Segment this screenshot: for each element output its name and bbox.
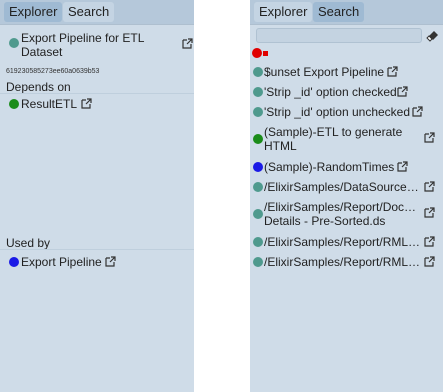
status-dot [253, 162, 263, 172]
external-link-icon[interactable] [386, 65, 399, 78]
document-id: 619230585273ee60a0639b53 [6, 68, 100, 75]
external-link-icon[interactable] [396, 160, 409, 173]
result-label: (Sample)-ETL to generate [264, 125, 403, 139]
external-link-icon[interactable] [423, 131, 436, 144]
status-dot [253, 134, 263, 144]
divider [0, 249, 194, 250]
external-link-icon[interactable] [423, 235, 436, 248]
status-dot [253, 107, 263, 117]
result-label: 'Strip _id' option unchecked [264, 105, 411, 119]
depends-on-label: ResultETL [21, 97, 78, 111]
external-link-icon[interactable] [80, 97, 93, 110]
document-title-line-1: Export Pipeline for ETL [21, 31, 145, 45]
status-dot [9, 38, 19, 48]
tab-bar: Explorer Search [0, 0, 194, 25]
external-link-icon[interactable] [411, 105, 424, 118]
status-dot [253, 209, 263, 219]
status-dot [253, 237, 263, 247]
tab-search[interactable]: Search [63, 2, 115, 22]
result-label: (Sample)-RandomTimes [264, 160, 395, 174]
result-label: /ElixirSamples/Report/RML… [264, 255, 421, 269]
used-by-heading: Used by [6, 236, 51, 250]
error-dot-icon [252, 48, 262, 58]
result-label: /ElixirSamples/Report/RML… [264, 235, 421, 249]
status-dot [253, 257, 263, 267]
tab-explorer[interactable]: Explorer [4, 2, 63, 22]
depends-on-heading: Depends on [6, 80, 71, 94]
status-dot [253, 182, 263, 192]
used-by-label: Export Pipeline [21, 255, 102, 269]
result-label: /ElixirSamples/DataSource… [264, 180, 419, 194]
search-input[interactable] [256, 28, 422, 43]
status-dot [9, 257, 19, 267]
external-link-icon[interactable] [423, 255, 436, 268]
result-label: 'Strip _id' option checked [264, 85, 397, 99]
document-title-line-2: Dataset [21, 45, 63, 59]
external-link-icon[interactable] [423, 206, 436, 219]
result-label: /ElixirSamples/Report/Doc… [264, 200, 417, 214]
external-link-icon[interactable] [104, 255, 117, 268]
explorer-panel: Explorer Search Export Pipeline for ETL … [0, 0, 194, 392]
result-label: $unset Export Pipeline [264, 65, 385, 79]
tab-bar: Explorer Search [250, 0, 443, 25]
tab-explorer[interactable]: Explorer [254, 2, 313, 22]
status-dot [253, 87, 263, 97]
divider [0, 93, 194, 94]
error-square-icon [263, 51, 268, 56]
eraser-icon[interactable] [426, 28, 440, 42]
status-dot [9, 99, 19, 109]
external-link-icon[interactable] [181, 37, 194, 50]
result-label-line-2: HTML [264, 139, 297, 153]
external-link-icon[interactable] [396, 85, 409, 98]
external-link-icon[interactable] [423, 180, 436, 193]
search-panel: Explorer Search $unset Export Pipeline '… [250, 0, 443, 392]
tab-search[interactable]: Search [313, 2, 365, 22]
status-dot [253, 67, 263, 77]
result-label-line-2: Details - Pre-Sorted.ds [264, 214, 386, 228]
